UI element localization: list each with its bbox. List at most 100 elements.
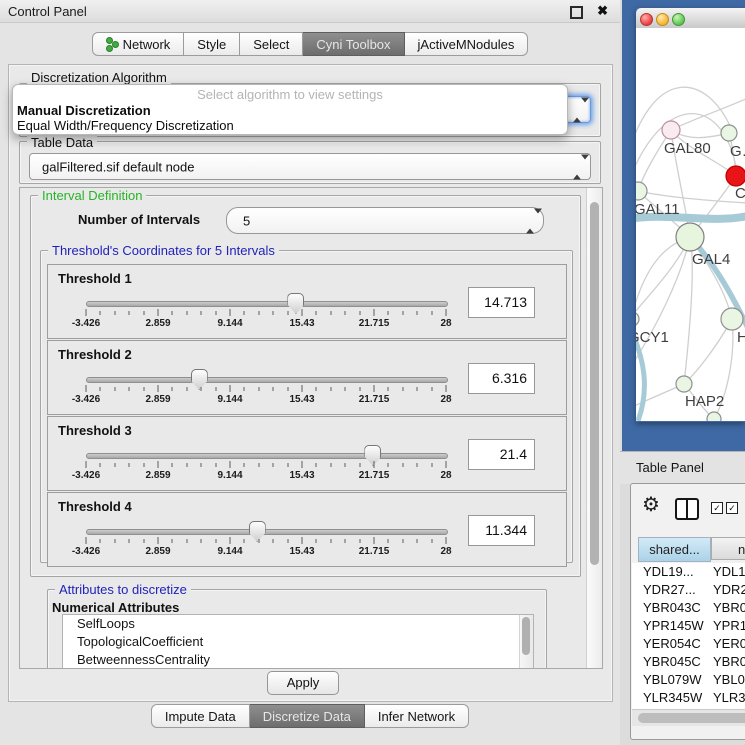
network-node-C[interactable] — [726, 166, 745, 186]
tick-mark — [201, 463, 202, 467]
tab-select[interactable]: Select — [240, 32, 303, 56]
tab-jactivemnodules[interactable]: jActiveMNodules — [405, 32, 529, 56]
threshold-value-field[interactable]: 11.344 — [468, 515, 535, 546]
network-node-GAL4[interactable] — [676, 223, 704, 251]
network-node-H[interactable] — [721, 308, 743, 330]
table-hscrollbar-thumb[interactable] — [638, 713, 745, 723]
tick-label: 2.859 — [145, 470, 170, 481]
tick-mark — [273, 311, 274, 315]
list-scrollbar-thumb[interactable] — [522, 617, 530, 655]
tick-mark — [316, 387, 317, 391]
tick-mark — [330, 387, 331, 391]
algorithm-option[interactable]: Equal Width/Frequency Discretization — [13, 118, 567, 133]
apply-button[interactable]: Apply — [267, 671, 339, 695]
minimize-traffic-light-icon[interactable] — [656, 13, 669, 26]
slider-track[interactable] — [86, 529, 448, 535]
tab-cyni-toolbox[interactable]: Cyni Toolbox — [303, 32, 404, 56]
threshold-slider[interactable]: -3.4262.8599.14415.4321.71528 — [86, 367, 448, 411]
tick-mark — [86, 309, 87, 316]
tick-mark — [431, 463, 432, 467]
threshold-slider[interactable]: -3.4262.8599.14415.4321.71528 — [86, 291, 448, 335]
cell-name: YBR0... — [713, 653, 745, 671]
table-horizontal-scrollbar[interactable] — [632, 709, 745, 726]
tick-label: -3.426 — [72, 318, 100, 329]
tick-mark — [431, 539, 432, 543]
tick-mark — [230, 309, 231, 316]
tick-mark — [402, 311, 403, 315]
column-header-shared-name[interactable]: shared... — [638, 537, 711, 562]
algorithm-placeholder-option[interactable]: Select algorithm to view settings — [13, 87, 567, 103]
network-node-G[interactable] — [721, 125, 737, 141]
tab-label: Cyni Toolbox — [316, 37, 390, 52]
column-header-name[interactable]: n... — [711, 537, 745, 560]
tab-infer-network[interactable]: Infer Network — [365, 704, 469, 728]
threshold-value-field[interactable]: 21.4 — [468, 439, 535, 470]
table-row[interactable]: YBL079WYBL0... — [632, 671, 745, 689]
list-scrollbar[interactable] — [519, 615, 533, 669]
float-window-icon[interactable] — [570, 6, 583, 19]
tick-mark — [287, 387, 288, 391]
application-root: Control Panel ✖ NetworkStyleSelectCyni T… — [0, 0, 745, 745]
table-row[interactable]: YDR27...YDR2... — [632, 581, 745, 599]
zoom-traffic-light-icon[interactable] — [672, 13, 685, 26]
table-data-combo[interactable]: galFiltered.sif default node — [29, 153, 591, 180]
tab-impute-data[interactable]: Impute Data — [151, 704, 250, 728]
attribute-list-item[interactable]: SelfLoops — [63, 615, 533, 633]
number-of-intervals-combo[interactable]: 5 — [226, 207, 544, 234]
combo-stepper-icon — [526, 213, 534, 228]
checkbox-icon[interactable]: ✓ — [726, 502, 738, 514]
table-row[interactable]: YPR145WYPR1... — [632, 617, 745, 635]
attributes-group-title: Attributes to discretize — [55, 582, 191, 597]
tick-mark — [330, 539, 331, 543]
tick-mark — [215, 311, 216, 315]
numerical-attributes-list[interactable]: SelfLoopsTopologicalCoefficientBetweenne… — [62, 614, 534, 669]
tick-mark — [316, 311, 317, 315]
cell-shared-name: YBR043C — [643, 599, 713, 617]
network-node-HAP2[interactable] — [676, 376, 692, 392]
tick-mark — [230, 385, 231, 392]
threshold-value-field[interactable]: 6.316 — [468, 363, 535, 394]
split-view-icon[interactable] — [675, 498, 699, 520]
tick-mark — [158, 537, 159, 544]
checkbox-icon[interactable]: ✓ — [711, 502, 723, 514]
tick-mark — [86, 461, 87, 468]
close-icon[interactable]: ✖ — [597, 3, 608, 19]
slider-ticks — [86, 309, 446, 317]
table-row[interactable]: YLR345WYLR3... — [632, 689, 745, 707]
settings-scrollbar-thumb[interactable] — [590, 202, 599, 565]
network-canvas[interactable]: GAL80G…C…GAL11GAL4GCY1H…HAP2 — [636, 28, 745, 421]
slider-track[interactable] — [86, 453, 448, 459]
network-node-GAL80[interactable] — [662, 121, 680, 139]
tick-mark — [172, 463, 173, 467]
network-node[interactable] — [707, 412, 721, 421]
tick-mark — [172, 387, 173, 391]
slider-tick-labels: -3.4262.8599.14415.4321.71528 — [86, 318, 446, 330]
threshold-slider[interactable]: -3.4262.8599.14415.4321.71528 — [86, 443, 448, 487]
network-node-GCY1[interactable] — [636, 312, 639, 326]
table-data-group-title: Table Data — [27, 135, 97, 150]
gear-icon[interactable]: ⚙ — [642, 495, 660, 515]
tick-mark — [287, 311, 288, 315]
tick-mark — [158, 385, 159, 392]
cell-name: YBL0... — [713, 671, 745, 689]
attribute-list-item[interactable]: BetweennessCentrality — [63, 651, 533, 669]
tick-mark — [388, 539, 389, 543]
tick-mark — [129, 311, 130, 315]
table-row[interactable]: YER054CYER0... — [632, 635, 745, 653]
slider-track[interactable] — [86, 377, 448, 383]
attribute-list-item[interactable]: TopologicalCoefficient — [63, 633, 533, 651]
threshold-value-field[interactable]: 14.713 — [468, 287, 535, 318]
slider-track[interactable] — [86, 301, 448, 307]
table-row[interactable]: YBR045CYBR0... — [632, 653, 745, 671]
tick-label: 9.144 — [217, 318, 242, 329]
settings-scrollbar[interactable] — [586, 188, 602, 668]
algorithm-option[interactable]: Manual Discretization — [13, 103, 567, 118]
threshold-slider[interactable]: -3.4262.8599.14415.4321.71528 — [86, 519, 448, 563]
tab-style[interactable]: Style — [184, 32, 240, 56]
close-traffic-light-icon[interactable] — [640, 13, 653, 26]
tick-mark — [258, 463, 259, 467]
tab-network[interactable]: Network — [92, 32, 185, 56]
tab-discretize-data[interactable]: Discretize Data — [250, 704, 365, 728]
table-row[interactable]: YBR043CYBR0... — [632, 599, 745, 617]
table-row[interactable]: YDL19...YDL1... — [632, 563, 745, 581]
